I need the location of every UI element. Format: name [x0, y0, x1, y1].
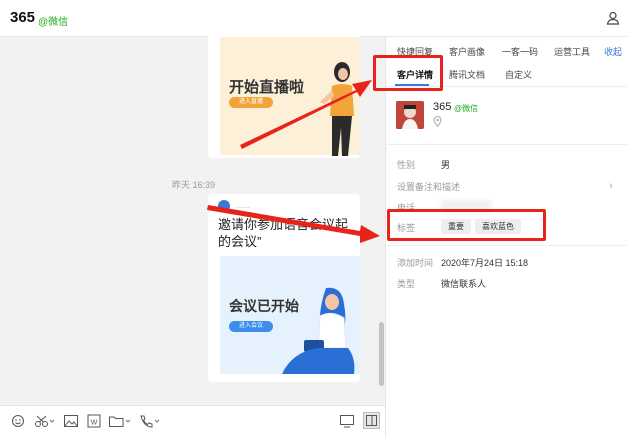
tab-custom[interactable]: 自定义	[505, 68, 532, 81]
tags-divider	[386, 245, 627, 246]
remark-link[interactable]: 设置备注和描述	[397, 180, 460, 193]
svg-text:W: W	[91, 420, 98, 427]
meeting-invite-title: 邀请你参加语音会议起的会议”	[218, 217, 349, 249]
tab-customer-profile[interactable]: 客户画像	[449, 45, 485, 58]
screen-icon[interactable]	[339, 414, 355, 428]
sidebar-toggle-icon[interactable]	[363, 412, 380, 429]
chevron-right-icon[interactable]: ›	[609, 180, 613, 192]
added-time-label: 添加时间	[397, 258, 434, 268]
type-value: 微信联系人	[441, 279, 487, 289]
word-doc-icon[interactable]: W	[86, 414, 102, 428]
tab-one-customer-code[interactable]: 一客一码	[502, 45, 538, 58]
collapse-button[interactable]: 收起	[604, 45, 622, 58]
type-label: 类型	[397, 279, 416, 289]
wechat-tag: @微信	[38, 17, 69, 28]
scissors-icon[interactable]	[34, 414, 56, 428]
emoji-icon[interactable]	[10, 414, 26, 428]
folder-icon[interactable]	[108, 414, 132, 428]
user-profile-icon[interactable]	[606, 11, 620, 25]
gender-label: 性别	[397, 160, 416, 170]
meeting-started-title: 会议已开始	[229, 298, 299, 314]
presenter-illustration	[320, 62, 354, 156]
gender-value: 男	[441, 160, 451, 170]
annotation-box-customer-details	[373, 55, 443, 91]
phone-icon[interactable]	[138, 414, 162, 428]
enter-meeting-button[interactable]: 进入会议	[229, 321, 273, 332]
message-timestamp: 昨天 16:39	[172, 180, 216, 190]
live-stream-title: 开始直播啦	[229, 79, 305, 96]
location-pin-icon	[433, 116, 442, 127]
enter-live-button[interactable]: 进入直播	[229, 97, 273, 108]
customer-name: 365	[433, 101, 452, 113]
profile-divider	[386, 144, 627, 145]
customer-wechat-tag: @微信	[454, 104, 479, 113]
chat-scrollbar-thumb[interactable]	[379, 322, 384, 386]
customer-avatar	[396, 101, 424, 129]
annotation-box-tags	[387, 209, 546, 241]
chat-title: 365	[10, 9, 36, 26]
added-time-value: 2020年7月24日 15:18	[441, 258, 529, 268]
tab-operation-tools[interactable]: 运营工具	[554, 45, 590, 58]
message-toolbar: W	[0, 405, 385, 438]
tab-tencent-docs[interactable]: 腾讯文档	[449, 68, 485, 81]
meeting-app-icon	[218, 200, 230, 212]
image-icon[interactable]	[63, 414, 79, 428]
meeting-source-label: ......	[235, 200, 251, 210]
